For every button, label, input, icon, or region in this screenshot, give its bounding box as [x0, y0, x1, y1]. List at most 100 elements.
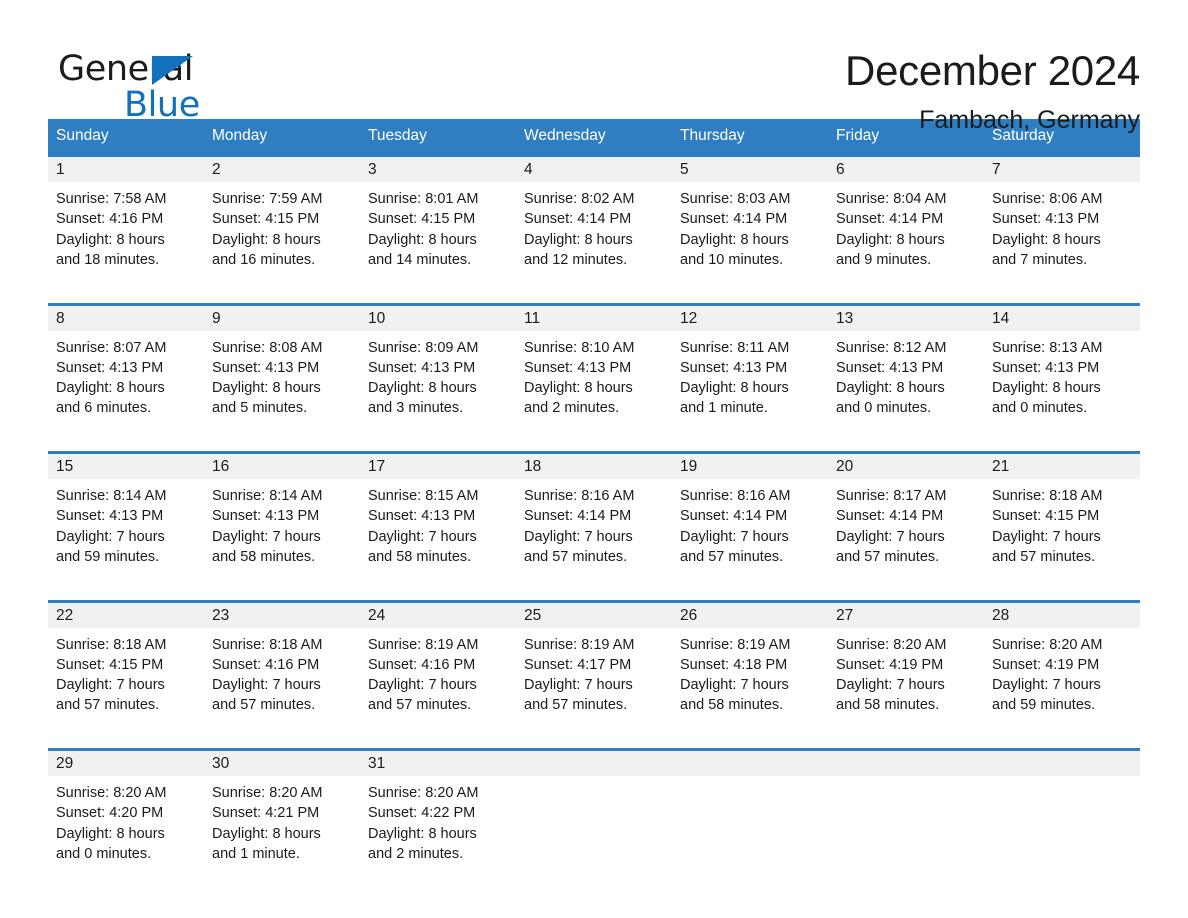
calendar-day-cell[interactable]: 17 Sunrise: 8:15 AM Sunset: 4:13 PM Dayligh…	[360, 451, 516, 584]
sunrise-text: Sunrise: 8:04 AM	[836, 191, 947, 207]
calendar-day-cell[interactable]: 15 Sunrise: 8:14 AM Sunset: 4:13 PM Dayligh…	[48, 451, 204, 584]
daylight-text: Daylight: 7 hours	[212, 528, 321, 545]
day-number: 15	[48, 454, 204, 479]
daylight-text: Daylight: 8 hours	[524, 380, 633, 397]
week-spacer-cell	[48, 732, 1140, 750]
day-details: Sunrise: 8:14 AM Sunset: 4:13 PM Daylight:…	[48, 479, 204, 584]
day-number: 29	[48, 751, 204, 776]
daylight-text: Daylight: 8 hours	[992, 380, 1101, 397]
day-number: 9	[204, 305, 360, 331]
daylight-text: and 57 minutes.	[524, 548, 628, 565]
calendar-day-cell[interactable]: 30 Sunrise: 8:20 AM Sunset: 4:21 PM Dayligh…	[204, 748, 360, 881]
calendar-day-cell[interactable]: 21 Sunrise: 8:18 AM Sunset: 4:15 PM Dayligh…	[984, 451, 1140, 584]
calendar-day-cell[interactable]: 11 Sunrise: 8:10 AM Sunset: 4:13 PM Dayligh…	[516, 302, 672, 436]
sunset-text: Sunset: 4:19 PM	[836, 656, 944, 673]
calendar-day-cell[interactable]: 19 Sunrise: 8:16 AM Sunset: 4:14 PM Dayligh…	[672, 451, 828, 584]
sunrise-text: Sunrise: 8:14 AM	[56, 488, 167, 504]
calendar-day-cell[interactable]: 6 Sunrise: 8:04 AM Sunset: 4:14 PM Daylight…	[828, 154, 984, 287]
day-details: Sunrise: 8:06 AM Sunset: 4:13 PM Daylight:…	[984, 182, 1140, 287]
calendar-day-cell[interactable]: 5 Sunrise: 8:03 AM Sunset: 4:14 PM Daylight…	[672, 154, 828, 287]
page-title: December 2024	[845, 47, 1140, 94]
day-details: Sunrise: 8:02 AM Sunset: 4:14 PM Daylight:…	[516, 182, 672, 287]
sunset-text: Sunset: 4:13 PM	[524, 359, 632, 376]
daylight-text: and 14 minutes.	[368, 251, 472, 268]
week-spacer-cell	[48, 584, 1140, 601]
daylight-text: Daylight: 8 hours	[56, 231, 165, 248]
day-details: Sunrise: 8:08 AM Sunset: 4:13 PM Daylight:…	[204, 331, 360, 436]
calendar-day-cell[interactable]: 12 Sunrise: 8:11 AM Sunset: 4:13 PM Dayligh…	[672, 302, 828, 436]
daylight-text: and 59 minutes.	[992, 697, 1096, 714]
day-number: 6	[828, 157, 984, 182]
sunrise-text: Sunrise: 7:58 AM	[56, 191, 167, 207]
day-number: 28	[984, 602, 1140, 628]
daylight-text: Daylight: 8 hours	[680, 231, 789, 248]
sunset-text: Sunset: 4:15 PM	[368, 211, 476, 228]
week-spacer	[48, 584, 1140, 601]
daylight-text: Daylight: 8 hours	[992, 231, 1101, 248]
day-details: Sunrise: 8:11 AM Sunset: 4:13 PM Daylight:…	[672, 331, 828, 436]
daylight-text: and 12 minutes.	[524, 251, 628, 268]
calendar-day-cell[interactable]: 13 Sunrise: 8:12 AM Sunset: 4:13 PM Dayligh…	[828, 302, 984, 436]
calendar-day-cell[interactable]: 3 Sunrise: 8:01 AM Sunset: 4:15 PM Daylight…	[360, 154, 516, 287]
calendar-day-cell[interactable]: 28 Sunrise: 8:20 AM Sunset: 4:19 PM Dayligh…	[984, 599, 1140, 733]
day-details: Sunrise: 8:16 AM Sunset: 4:14 PM Daylight:…	[672, 479, 828, 584]
general-blue-logo[interactable]: General Blue	[48, 44, 238, 124]
calendar-day-cell[interactable]: 18 Sunrise: 8:16 AM Sunset: 4:14 PM Dayligh…	[516, 451, 672, 584]
calendar-day-cell[interactable]: 2 Sunrise: 7:59 AM Sunset: 4:15 PM Daylight…	[204, 154, 360, 287]
daylight-text: and 7 minutes.	[992, 251, 1088, 268]
daylight-text: and 5 minutes.	[212, 400, 308, 417]
daylight-text: Daylight: 7 hours	[836, 528, 945, 545]
calendar-day-cell[interactable]: 23 Sunrise: 8:18 AM Sunset: 4:16 PM Dayligh…	[204, 599, 360, 733]
week-spacer	[48, 732, 1140, 750]
daylight-text: Daylight: 8 hours	[212, 825, 321, 842]
daylight-text: and 3 minutes.	[368, 400, 464, 417]
day-number: 3	[360, 157, 516, 182]
sunrise-text: Sunrise: 8:20 AM	[212, 785, 323, 801]
daylight-text: and 0 minutes.	[836, 400, 932, 417]
calendar-day-cell[interactable]: 10 Sunrise: 8:09 AM Sunset: 4:13 PM Dayligh…	[360, 302, 516, 436]
calendar-day-cell[interactable]: 1 Sunrise: 7:58 AM Sunset: 4:16 PM Daylight…	[48, 154, 204, 287]
daylight-text: and 1 minute.	[212, 845, 300, 862]
calendar-day-cell[interactable]: 16 Sunrise: 8:14 AM Sunset: 4:13 PM Dayligh…	[204, 451, 360, 584]
day-details: Sunrise: 8:20 AM Sunset: 4:21 PM Daylight:…	[204, 776, 360, 881]
sunrise-text: Sunrise: 8:01 AM	[368, 191, 479, 207]
daylight-text: and 58 minutes.	[680, 697, 784, 714]
calendar-day-cell[interactable]: 27 Sunrise: 8:20 AM Sunset: 4:19 PM Dayligh…	[828, 599, 984, 733]
calendar-day-cell[interactable]: 22 Sunrise: 8:18 AM Sunset: 4:15 PM Dayligh…	[48, 599, 204, 733]
day-details: Sunrise: 8:20 AM Sunset: 4:19 PM Daylight:…	[984, 628, 1140, 733]
calendar-day-cell[interactable]: 20 Sunrise: 8:17 AM Sunset: 4:14 PM Dayligh…	[828, 451, 984, 584]
calendar-week-row: 1 Sunrise: 7:58 AM Sunset: 4:16 PM Daylight…	[48, 154, 1140, 287]
sunset-text: Sunset: 4:16 PM	[368, 656, 476, 673]
day-details: Sunrise: 8:14 AM Sunset: 4:13 PM Daylight:…	[204, 479, 360, 584]
day-number: 23	[204, 602, 360, 628]
calendar-day-cell[interactable]: 24 Sunrise: 8:19 AM Sunset: 4:16 PM Dayligh…	[360, 599, 516, 733]
daylight-text: and 57 minutes.	[524, 697, 628, 714]
daylight-text: and 6 minutes.	[56, 400, 152, 417]
daylight-text: Daylight: 7 hours	[368, 528, 477, 545]
calendar-day-cell[interactable]: 14 Sunrise: 8:13 AM Sunset: 4:13 PM Dayligh…	[984, 302, 1140, 436]
calendar-day-cell[interactable]: 4 Sunrise: 8:02 AM Sunset: 4:14 PM Daylight…	[516, 154, 672, 287]
day-details	[672, 776, 828, 881]
daylight-text: Daylight: 8 hours	[836, 380, 945, 397]
calendar-day-cell[interactable]: 9 Sunrise: 8:08 AM Sunset: 4:13 PM Daylight…	[204, 302, 360, 436]
day-details: Sunrise: 8:15 AM Sunset: 4:13 PM Daylight:…	[360, 479, 516, 584]
calendar-day-cell[interactable]: 26 Sunrise: 8:19 AM Sunset: 4:18 PM Dayligh…	[672, 599, 828, 733]
calendar-day-cell[interactable]: 8 Sunrise: 8:07 AM Sunset: 4:13 PM Daylight…	[48, 302, 204, 436]
day-details: Sunrise: 8:12 AM Sunset: 4:13 PM Daylight:…	[828, 331, 984, 436]
day-details: Sunrise: 8:17 AM Sunset: 4:14 PM Daylight:…	[828, 479, 984, 584]
day-number	[516, 751, 672, 776]
calendar-day-cell[interactable]: 25 Sunrise: 8:19 AM Sunset: 4:17 PM Dayligh…	[516, 599, 672, 733]
sunrise-text: Sunrise: 8:14 AM	[212, 488, 323, 504]
calendar-day-cell[interactable]: 31 Sunrise: 8:20 AM Sunset: 4:22 PM Dayligh…	[360, 748, 516, 881]
sunset-text: Sunset: 4:14 PM	[680, 508, 788, 525]
daylight-text: Daylight: 7 hours	[680, 677, 789, 694]
calendar-day-cell[interactable]: 7 Sunrise: 8:06 AM Sunset: 4:13 PM Daylight…	[984, 154, 1140, 287]
day-details: Sunrise: 8:20 AM Sunset: 4:19 PM Daylight:…	[828, 628, 984, 733]
daylight-text: Daylight: 7 hours	[992, 677, 1101, 694]
sunrise-text: Sunrise: 8:18 AM	[212, 636, 323, 653]
calendar-day-cell[interactable]: 29 Sunrise: 8:20 AM Sunset: 4:20 PM Dayligh…	[48, 748, 204, 881]
daylight-text: and 0 minutes.	[992, 400, 1088, 417]
day-details: Sunrise: 8:04 AM Sunset: 4:14 PM Daylight:…	[828, 182, 984, 287]
daylight-text: Daylight: 8 hours	[368, 231, 477, 248]
sunrise-text: Sunrise: 8:15 AM	[368, 488, 479, 504]
